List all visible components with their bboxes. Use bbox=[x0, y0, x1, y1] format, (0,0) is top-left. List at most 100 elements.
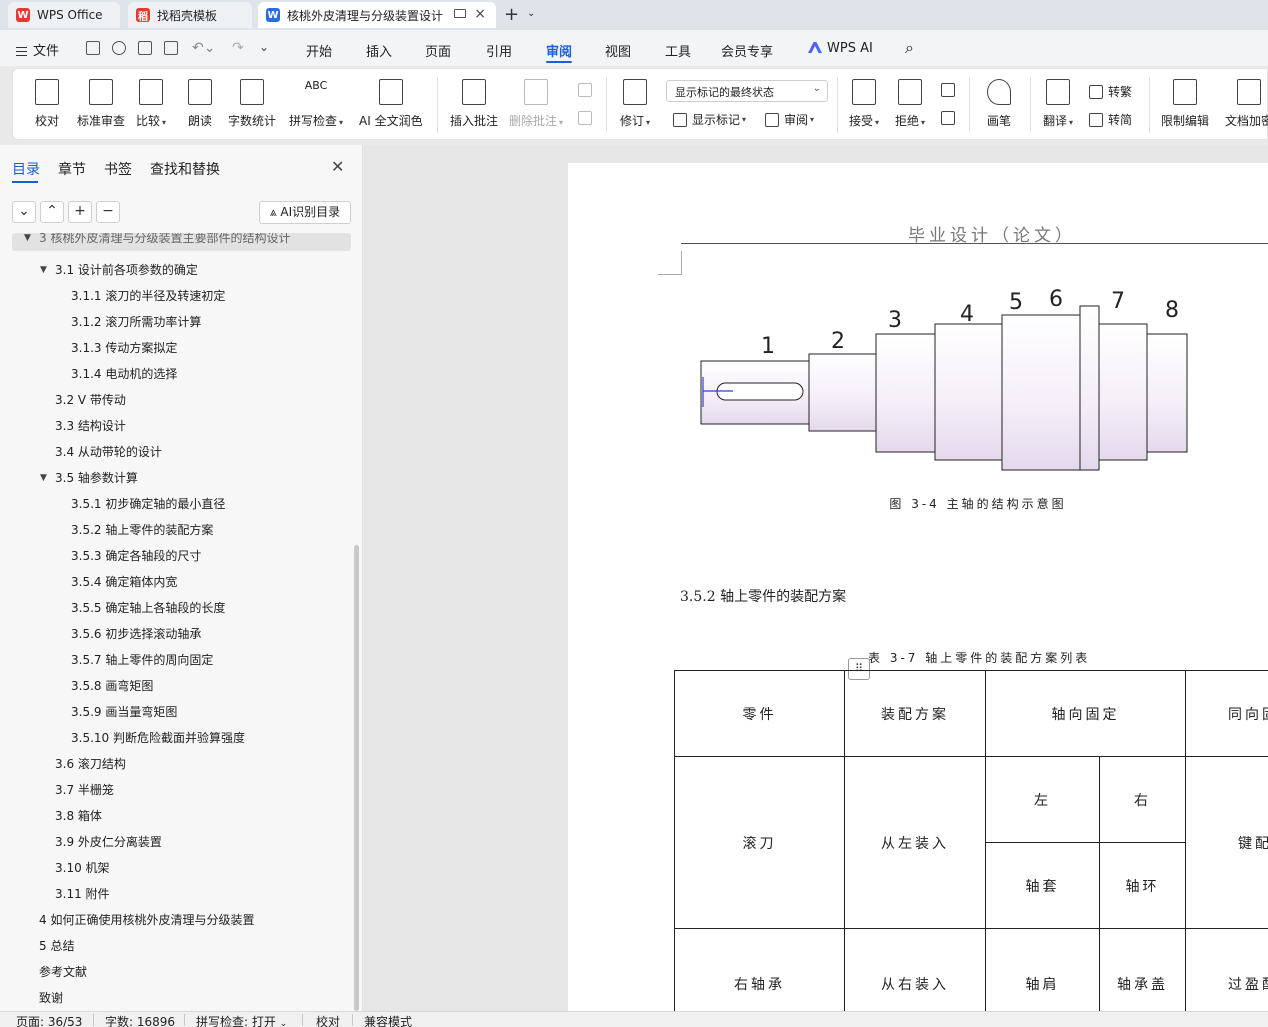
export-icon[interactable] bbox=[112, 41, 126, 55]
tab-document[interactable]: W 核桃外皮清理与分级装置设计 × bbox=[258, 2, 496, 28]
toc-item[interactable]: 3.1.1 滚刀的半径及转速初定 bbox=[0, 283, 352, 309]
toc-item[interactable]: 3.5.3 确定各轴段的尺寸 bbox=[0, 543, 352, 569]
undo-icon[interactable]: ↶⌄ bbox=[192, 40, 215, 56]
file-menu[interactable]: 文件 bbox=[16, 40, 59, 59]
monitor-icon[interactable] bbox=[454, 9, 466, 18]
toc-item[interactable]: 3.10 机架 bbox=[0, 855, 352, 881]
tab-find-replace[interactable]: 查找和替换 bbox=[150, 159, 220, 179]
sidebar-scrollbar[interactable] bbox=[354, 545, 359, 1011]
accept-button[interactable]: 接受 ▾ bbox=[849, 79, 879, 129]
title-bar: W WPS Office 稻 找稻壳模板 W 核桃外皮清理与分级装置设计 × +… bbox=[0, 0, 1268, 30]
tab-toc[interactable]: 目录 bbox=[12, 159, 40, 179]
menu-insert[interactable]: 插入 bbox=[366, 41, 392, 60]
expand-toggle-icon[interactable]: ▼ bbox=[24, 233, 31, 243]
toc-item[interactable]: 3.4 从动带轮的设计 bbox=[0, 439, 352, 465]
to-simplified-button[interactable]: 转简 bbox=[1089, 111, 1132, 128]
reject-button[interactable]: 拒绝 ▾ bbox=[895, 79, 925, 129]
menu-references[interactable]: 引用 bbox=[486, 41, 512, 60]
toc-item[interactable]: ▼ 3.1 设计前各项参数的确定 bbox=[0, 257, 352, 283]
toc-item[interactable]: 3.1.2 滚刀所需功率计算 bbox=[0, 309, 352, 335]
remove-level-icon[interactable]: − bbox=[96, 201, 120, 223]
toc-item[interactable]: ▼ 3.5 轴参数计算 bbox=[0, 465, 352, 491]
toc-item[interactable]: 3.5.6 初步选择滚动轴承 bbox=[0, 621, 352, 647]
toc-item[interactable]: 3.5.5 确定轴上各轴段的长度 bbox=[0, 595, 352, 621]
page-indicator[interactable]: 页面: 36/53 bbox=[16, 1013, 82, 1027]
new-tab-icon[interactable]: + bbox=[504, 4, 519, 25]
print-preview-icon[interactable] bbox=[164, 41, 178, 55]
tab-wps-office[interactable]: W WPS Office bbox=[8, 2, 120, 28]
toc-item[interactable]: 3.1.4 电动机的选择 bbox=[0, 361, 352, 387]
tab-sections[interactable]: 章节 bbox=[58, 159, 86, 179]
tab-template[interactable]: 稻 找稻壳模板 bbox=[128, 2, 252, 28]
toc-item[interactable]: 3.1.3 传动方案拟定 bbox=[0, 335, 352, 361]
print-icon[interactable] bbox=[138, 41, 152, 55]
toc-item[interactable]: 3.5.2 轴上零件的装配方案 bbox=[0, 517, 352, 543]
collapse-down-icon[interactable]: ⌄ bbox=[12, 201, 36, 223]
save-icon[interactable] bbox=[86, 41, 100, 55]
markup-state-select[interactable]: 显示标记的最终状态 ⌄ bbox=[666, 80, 828, 102]
toc-item[interactable]: 3.3 结构设计 bbox=[0, 413, 352, 439]
pen-button[interactable]: 画笔 bbox=[987, 79, 1011, 129]
word-count-indicator[interactable]: 字数: 16896 bbox=[105, 1013, 175, 1027]
toc-item[interactable]: 3.11 附件 bbox=[0, 881, 352, 907]
toc-item[interactable]: 3.5.9 画当量弯矩图 bbox=[0, 699, 352, 725]
proofread-button[interactable]: 校对 bbox=[35, 79, 59, 129]
close-icon[interactable]: × bbox=[474, 6, 486, 22]
compare-button[interactable]: 比较 ▾ bbox=[136, 79, 166, 129]
chevron-down-icon[interactable]: ⌄ bbox=[527, 8, 535, 19]
add-level-icon[interactable]: + bbox=[68, 201, 92, 223]
toc-item[interactable]: 4 如何正确使用核桃外皮清理与分级装置 bbox=[0, 907, 352, 933]
translate-button[interactable]: 翻译 ▾ bbox=[1043, 79, 1073, 129]
spell-check-button[interactable]: ABC 拼写检查 ▾ bbox=[289, 79, 343, 129]
read-aloud-button[interactable]: 朗读 bbox=[188, 79, 212, 129]
proofread-status[interactable]: 校对 bbox=[316, 1013, 340, 1027]
close-icon[interactable]: ✕ bbox=[331, 157, 344, 176]
tab-bookmarks[interactable]: 书签 bbox=[104, 159, 132, 179]
toc-item[interactable]: 致谢 bbox=[0, 985, 352, 1011]
ai-toc-button[interactable]: ⩓ AI识别目录 bbox=[259, 201, 351, 224]
toc-item[interactable]: 3.5.10 判断危险截面并验算强度 bbox=[0, 725, 352, 751]
toc-item[interactable]: 3.5.7 轴上零件的周向固定 bbox=[0, 647, 352, 673]
divider bbox=[1149, 77, 1150, 133]
menu-member[interactable]: 会员专享 bbox=[721, 41, 773, 60]
menu-review[interactable]: 审阅 bbox=[546, 41, 572, 60]
encrypt-doc-button[interactable]: 文档加密 bbox=[1225, 79, 1268, 129]
redo-icon[interactable]: ↷ bbox=[232, 40, 244, 56]
toc-item[interactable]: 3.7 半栅笼 bbox=[0, 777, 352, 803]
more-chevron-icon[interactable]: ⌄ bbox=[259, 40, 269, 54]
menu-home[interactable]: 开始 bbox=[306, 41, 332, 60]
expand-toggle-icon[interactable]: ▼ bbox=[40, 465, 47, 491]
word-count-button[interactable]: 字数统计 bbox=[228, 79, 276, 129]
track-changes-button[interactable]: 修订 ▾ bbox=[620, 79, 650, 129]
next-comment-icon[interactable] bbox=[578, 111, 597, 125]
menu-view[interactable]: 视图 bbox=[605, 41, 631, 60]
toc-item[interactable]: 3.9 外皮仁分离装置 bbox=[0, 829, 352, 855]
next-change-icon[interactable] bbox=[941, 111, 960, 125]
spell-check-status[interactable]: 拼写检查: 打开 ⌄ bbox=[196, 1013, 287, 1027]
toc-item[interactable]: 3.8 箱体 bbox=[0, 803, 352, 829]
menu-page[interactable]: 页面 bbox=[425, 41, 451, 60]
menu-wps-ai[interactable]: WPS AI bbox=[808, 41, 873, 56]
toc-item[interactable]: ▼ 3 核桃外皮清理与分级装置主要部件的结构设计 bbox=[12, 233, 351, 251]
to-traditional-button[interactable]: 转繁 bbox=[1089, 83, 1132, 100]
toc-item[interactable]: 5 总结 bbox=[0, 933, 352, 959]
expand-toggle-icon[interactable]: ▼ bbox=[40, 257, 47, 283]
insert-comment-button[interactable]: 插入批注 bbox=[450, 79, 498, 129]
collapse-up-icon[interactable]: ⌃ bbox=[40, 201, 64, 223]
prev-change-icon[interactable] bbox=[941, 83, 960, 97]
toc-item[interactable]: 3.6 滚刀结构 bbox=[0, 751, 352, 777]
toc-item[interactable]: 3.5.1 初步确定轴的最小直径 bbox=[0, 491, 352, 517]
show-markup-button[interactable]: 显示标记 ▾ bbox=[673, 111, 746, 128]
search-icon[interactable]: ⌕ bbox=[905, 38, 914, 58]
review-pane-button[interactable]: 审阅 ▾ bbox=[765, 111, 814, 128]
toc-item[interactable]: 参考文献 bbox=[0, 959, 352, 985]
prev-comment-icon[interactable] bbox=[578, 83, 597, 97]
standard-review-button[interactable]: 标准审查 bbox=[77, 79, 125, 129]
ai-polish-button[interactable]: AI 全文润色 bbox=[359, 79, 423, 129]
restrict-edit-button[interactable]: 限制编辑 bbox=[1161, 79, 1209, 129]
toc-item[interactable]: 3.5.4 确定箱体内宽 bbox=[0, 569, 352, 595]
toc-item[interactable]: 3.5.8 画弯矩图 bbox=[0, 673, 352, 699]
toc-item[interactable]: 3.2 V 带传动 bbox=[0, 387, 352, 413]
delete-comment-button[interactable]: 删除批注 ▾ bbox=[509, 79, 563, 129]
menu-tools[interactable]: 工具 bbox=[665, 41, 691, 60]
